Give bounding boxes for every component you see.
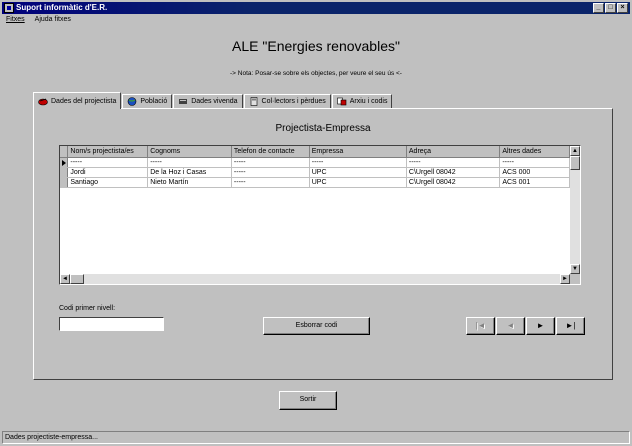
maximize-button[interactable]: □ bbox=[605, 3, 616, 13]
table-row[interactable]: Santiago Nieto Martín ----- UPC C\Urgell… bbox=[60, 177, 570, 188]
status-bar: Dades projectiste-empressa... bbox=[2, 431, 630, 444]
table-cell[interactable]: Nieto Martín bbox=[147, 177, 232, 188]
grid-header-row: Nom/s projectista/es Cognoms Telefon de … bbox=[60, 146, 570, 158]
window-controls: _ □ × bbox=[593, 3, 628, 13]
scroll-left-icon[interactable]: ◄ bbox=[60, 274, 70, 284]
app-icon bbox=[4, 3, 14, 13]
window-title: Suport informàtic d'E.R. bbox=[16, 3, 108, 12]
record-navigator: |◄ ◄ ► ►| bbox=[466, 317, 586, 335]
column-header[interactable]: Adreça bbox=[406, 146, 501, 158]
table-cell[interactable]: ----- bbox=[499, 157, 570, 168]
panel-title: Projectista-Empressa bbox=[275, 123, 371, 134]
row-indicator[interactable] bbox=[60, 157, 69, 168]
scroll-thumb[interactable] bbox=[70, 274, 84, 284]
column-header[interactable]: Telefon de contacte bbox=[231, 146, 310, 158]
app-window: Suport informàtic d'E.R. _ □ × Fitxes Aj… bbox=[0, 0, 632, 446]
exit-button[interactable]: Sortir bbox=[279, 391, 337, 410]
tab-label: Dades vivenda bbox=[191, 98, 238, 105]
tab-label: Col·lectors i pèrdues bbox=[261, 98, 326, 105]
row-indicator[interactable] bbox=[60, 177, 69, 188]
tab-strip: Dades del projectista Població Dades viv… bbox=[33, 92, 393, 109]
first-record-button[interactable]: |◄ bbox=[466, 317, 495, 335]
table-cell[interactable]: Santiago bbox=[67, 177, 149, 188]
table-cell[interactable]: UPC bbox=[309, 177, 407, 188]
scroll-corner bbox=[570, 274, 580, 284]
erase-code-button[interactable]: Esborrar codi bbox=[263, 317, 370, 335]
tab-label: Arxiu i codis bbox=[349, 98, 388, 105]
scroll-thumb[interactable] bbox=[570, 156, 580, 170]
page-title: ALE "Energies renovables" bbox=[232, 38, 400, 54]
tab-label: Població bbox=[140, 98, 168, 105]
vertical-scrollbar[interactable]: ▲ ▼ bbox=[570, 146, 580, 274]
table-row[interactable]: ----- ----- ----- ----- ----- ----- bbox=[60, 157, 570, 168]
tab-dades-vivenda[interactable]: Dades vivenda bbox=[173, 94, 243, 109]
minimize-button[interactable]: _ bbox=[593, 3, 604, 13]
row-indicator[interactable] bbox=[60, 167, 69, 178]
table-cell[interactable]: ----- bbox=[406, 157, 501, 168]
row-indicator-header bbox=[60, 146, 69, 158]
table-cell[interactable]: ----- bbox=[147, 157, 232, 168]
tab-collectors-perdues[interactable]: Col·lectors i pèrdues bbox=[243, 94, 331, 109]
tab-arxiu-codis[interactable]: Arxiu i codis bbox=[331, 94, 393, 109]
table-cell[interactable]: Jordi bbox=[67, 167, 149, 178]
horizontal-scrollbar[interactable]: ◄ ► bbox=[60, 274, 570, 284]
table-cell[interactable]: ----- bbox=[231, 177, 310, 188]
code-label: Codi primer nivell: bbox=[59, 305, 116, 312]
calculator-icon bbox=[249, 97, 259, 106]
data-grid[interactable]: Nom/s projectista/es Cognoms Telefon de … bbox=[59, 145, 581, 285]
current-row-arrow-icon bbox=[62, 159, 66, 166]
usage-note: -> Nota: Posar-se sobre els objectes, pe… bbox=[230, 70, 402, 77]
table-row[interactable]: Jordi De la Hoz i Casas ----- UPC C\Urge… bbox=[60, 167, 570, 178]
table-cell[interactable]: ----- bbox=[309, 157, 407, 168]
pencil-icon bbox=[38, 97, 48, 106]
menu-ajuda-fitxes[interactable]: Ajuda fitxes bbox=[35, 14, 71, 26]
column-header[interactable]: Nom/s projectista/es bbox=[67, 146, 149, 158]
column-header[interactable]: Altres dades bbox=[499, 146, 570, 158]
table-cell[interactable]: ----- bbox=[67, 157, 149, 168]
projectista-panel: Projectista-Empressa Nom/s projectista/e… bbox=[33, 108, 613, 380]
table-cell[interactable]: UPC bbox=[309, 167, 407, 178]
table-cell[interactable]: C\Urgell 08042 bbox=[406, 177, 501, 188]
tab-label: Dades del projectista bbox=[51, 97, 117, 105]
archive-icon bbox=[336, 97, 347, 106]
tab-dades-projectista[interactable]: Dades del projectista bbox=[33, 92, 122, 109]
table-cell[interactable]: ----- bbox=[231, 167, 310, 178]
title-bar[interactable]: Suport informàtic d'E.R. _ □ × bbox=[2, 2, 630, 14]
code-input[interactable] bbox=[59, 317, 164, 331]
menu-fitxes[interactable]: Fitxes bbox=[6, 14, 25, 26]
table-cell[interactable]: De la Hoz i Casas bbox=[147, 167, 232, 178]
grid-table: Nom/s projectista/es Cognoms Telefon de … bbox=[60, 146, 570, 188]
close-button[interactable]: × bbox=[617, 3, 628, 13]
prev-record-button[interactable]: ◄ bbox=[496, 317, 525, 335]
scroll-right-icon[interactable]: ► bbox=[560, 274, 570, 284]
table-cell[interactable]: ----- bbox=[231, 157, 310, 168]
table-cell[interactable]: C\Urgell 08042 bbox=[406, 167, 501, 178]
next-record-button[interactable]: ► bbox=[526, 317, 555, 335]
globe-icon bbox=[127, 97, 137, 106]
tab-poblacio[interactable]: Població bbox=[122, 94, 173, 109]
scroll-up-icon[interactable]: ▲ bbox=[570, 146, 580, 156]
column-header[interactable]: Empressa bbox=[309, 146, 407, 158]
column-header[interactable]: Cognoms bbox=[147, 146, 232, 158]
menu-bar: Fitxes Ajuda fitxes bbox=[2, 14, 71, 26]
grid-viewport: Nom/s projectista/es Cognoms Telefon de … bbox=[60, 146, 570, 274]
table-cell[interactable]: ACS 000 bbox=[499, 167, 570, 178]
scroll-down-icon[interactable]: ▼ bbox=[570, 264, 580, 274]
table-cell[interactable]: ACS 001 bbox=[499, 177, 570, 188]
last-record-button[interactable]: ►| bbox=[556, 317, 585, 335]
card-icon bbox=[178, 97, 188, 106]
